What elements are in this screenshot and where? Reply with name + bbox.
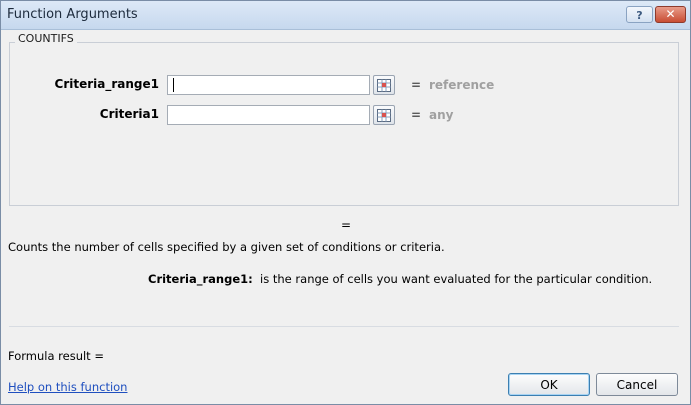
criteria1-type-hint: any (429, 108, 454, 122)
criteria-range1-type-hint: reference (429, 78, 495, 92)
close-button[interactable]: ✕ (655, 6, 686, 23)
argument-help-text: is the range of cells you want evaluated… (260, 272, 653, 286)
formula-result: Formula result = (8, 349, 104, 363)
criteria-range1-input[interactable] (167, 75, 370, 95)
criteria1-label: Criteria1 (99, 107, 159, 121)
divider (9, 326, 679, 327)
criteria1-equals: = (411, 108, 422, 122)
ok-button[interactable]: OK (508, 373, 590, 396)
argument-help: Criteria_range1: is the range of cells y… (148, 272, 688, 286)
help-on-function-link[interactable]: Help on this function (8, 380, 127, 394)
criteria-range1-equals: = (411, 78, 422, 92)
title-bar[interactable]: Function Arguments ? ✕ (1, 1, 690, 30)
text-caret (173, 78, 174, 92)
range-select-icon (377, 109, 391, 122)
function-description: Counts the number of cells specified by … (8, 240, 445, 254)
criteria1-collapse-button[interactable] (373, 105, 395, 125)
function-arguments-dialog: Function Arguments ? ✕ COUNTIFS Criteria… (0, 0, 691, 405)
criteria-range1-label: Criteria_range1 (54, 77, 159, 91)
cancel-button[interactable]: Cancel (596, 373, 678, 396)
function-result-equals: = (341, 218, 352, 232)
criteria1-input[interactable] (167, 105, 370, 125)
dialog-title: Function Arguments (7, 7, 138, 22)
help-button[interactable]: ? (626, 6, 653, 23)
function-name-label: COUNTIFS (15, 32, 77, 45)
range-select-icon (377, 79, 391, 92)
argument-help-name: Criteria_range1: (148, 272, 253, 286)
criteria-range1-collapse-button[interactable] (373, 75, 395, 95)
